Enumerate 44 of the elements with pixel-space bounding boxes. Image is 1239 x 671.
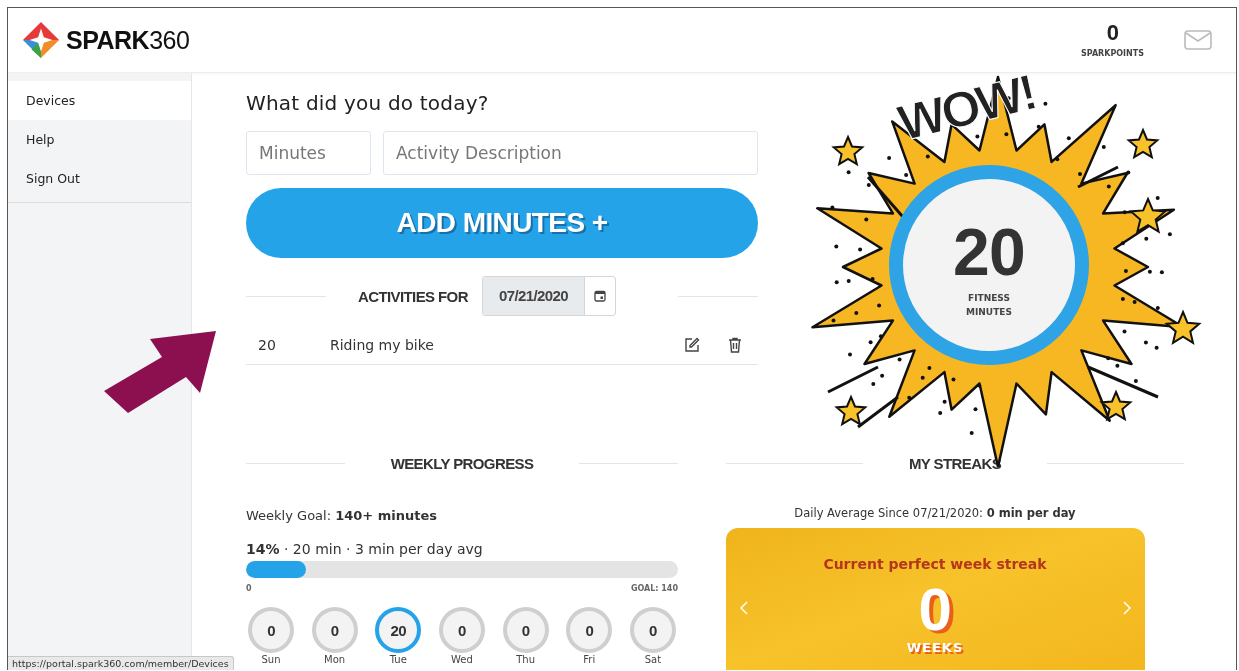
form-heading: What did you do today? — [246, 91, 490, 115]
activity-minutes: 20 — [257, 337, 277, 353]
day-minutes: 20 — [375, 607, 422, 653]
status-url: https://portal.spark360.com/member/Devices — [12, 658, 229, 669]
date-value: 07/21/2020 — [482, 277, 585, 315]
progress-summary: 14% · 20 min · 3 min per day avg — [246, 541, 484, 557]
logo-text: SPARK360 — [66, 25, 190, 55]
points-value: 0 — [1106, 22, 1119, 44]
day-minutes: 0 — [311, 607, 358, 653]
day-label: Tue — [389, 654, 407, 665]
streak-value: 0 — [918, 579, 952, 640]
fitness-minutes-value: 20 — [952, 218, 1026, 285]
weekly-goal-text: Weekly Goal: 140+ minutes — [246, 508, 438, 523]
day-minutes: 0 — [502, 607, 549, 653]
date-picker[interactable]: 07/21/2020 — [481, 276, 616, 316]
daily-average-text: Daily Average Since 07/21/2020: 0 min per day — [794, 506, 1076, 520]
trash-icon[interactable] — [728, 337, 742, 353]
wow-lettering: WOW! — [892, 67, 1040, 152]
day-minutes: 0 — [566, 607, 613, 653]
day-minutes: 0 — [438, 607, 485, 653]
day-label: Fri — [583, 654, 596, 665]
day-label: Thu — [516, 654, 535, 665]
fitness-minutes-label: FITNESS MINUTES — [965, 291, 1013, 319]
activities-label: ACTIVITIES FOR — [358, 287, 468, 305]
minutes-field[interactable]: Minutes — [246, 131, 371, 175]
calendar-icon[interactable] — [594, 290, 606, 302]
day-minutes: 0 — [629, 607, 676, 653]
day-label: Sun — [261, 654, 281, 665]
streak-unit: WEEKS — [906, 639, 964, 655]
sidebar-item[interactable]: Help — [8, 120, 191, 159]
scale-min-label: 0 — [246, 584, 252, 593]
sidebar-item[interactable]: Devices — [8, 81, 191, 120]
logo-icon — [22, 21, 60, 59]
sidebar-item[interactable]: Sign Out — [8, 159, 191, 198]
activity-description-field[interactable]: Activity Description — [383, 131, 758, 175]
day-label: Mon — [324, 654, 346, 665]
day-label: Sat — [644, 654, 662, 665]
edit-icon[interactable] — [684, 337, 700, 353]
day-label: Wed — [451, 654, 473, 665]
points-label: SPARKPOINTS — [1081, 49, 1144, 58]
activity-description: Riding my bike — [330, 337, 435, 353]
scale-goal-label: GOAL: 140 — [630, 584, 678, 593]
streak-title: Current perfect week streak — [823, 555, 1047, 572]
day-minutes: 0 — [248, 607, 294, 653]
